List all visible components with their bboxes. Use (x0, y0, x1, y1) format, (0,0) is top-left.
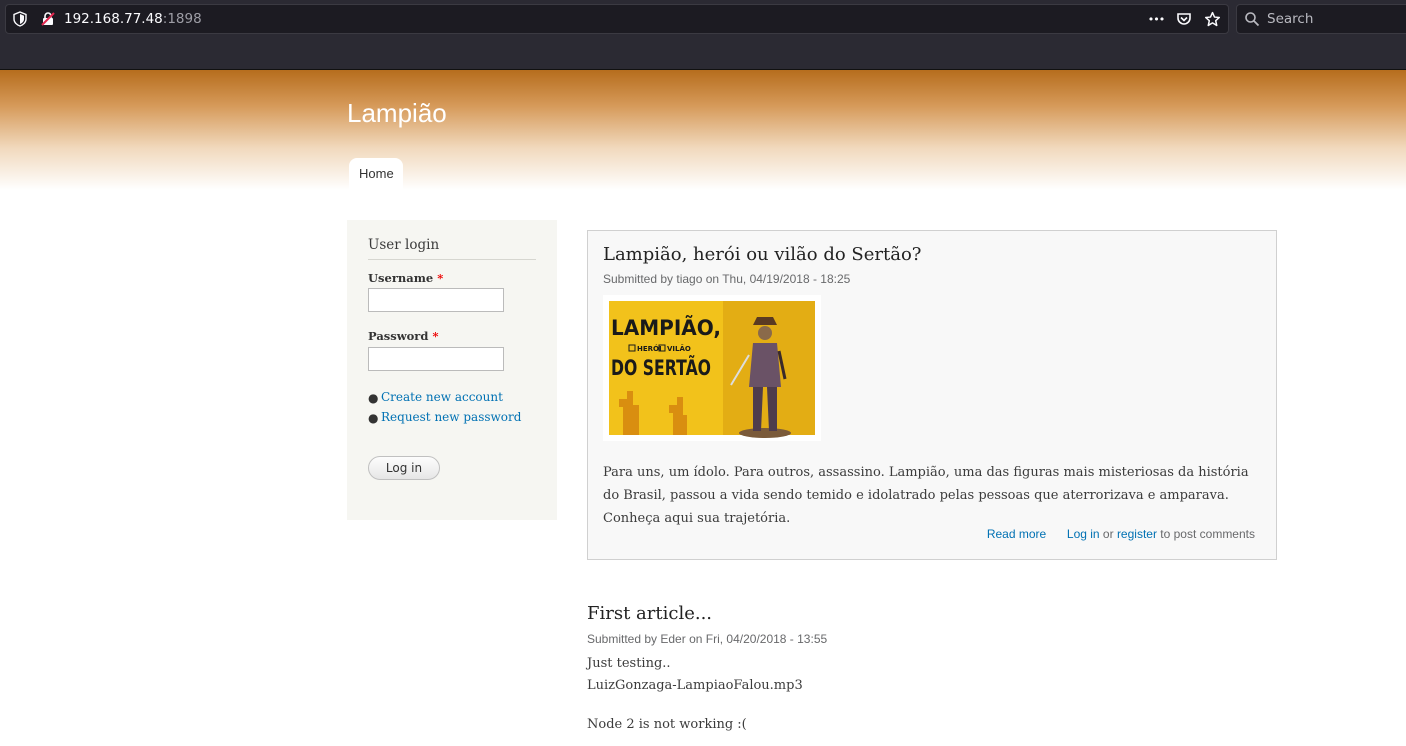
login-links: ● Create new account ● Request new passwor… (368, 390, 521, 430)
required-marker: * (437, 271, 444, 285)
meta-on: on (702, 272, 723, 286)
register-link[interactable]: register (1117, 527, 1157, 541)
password-field[interactable] (368, 347, 504, 371)
image-option-villain: VILÃO (667, 344, 691, 353)
comment-suffix: to post comments (1156, 527, 1255, 541)
article-line: Node 2 is not working :( (587, 717, 747, 732)
or-text: or (1099, 527, 1117, 541)
url-actions: ••• (1146, 8, 1222, 30)
site-name[interactable]: Lampião (347, 98, 447, 129)
meta-on: on (685, 632, 706, 646)
article-meta: Submitted by tiago on Thu, 04/19/2018 - … (603, 272, 850, 286)
image-option-hero: HERÓI (637, 344, 662, 353)
search-icon (1245, 12, 1260, 27)
username-field[interactable] (368, 288, 504, 312)
article-date: Fri, 04/20/2018 - 13:55 (705, 632, 828, 646)
author-link[interactable]: tiago (676, 272, 702, 286)
password-label-text: Password (368, 329, 429, 343)
url-port: :1898 (162, 11, 202, 27)
username-label-text: Username (368, 271, 434, 285)
article-image[interactable]: LAMPIÃO, HERÓI VILÃO DO SERTÃO (603, 295, 821, 441)
insecure-lock-icon[interactable] (40, 11, 56, 27)
password-label: Password * (368, 329, 438, 343)
required-marker: * (432, 329, 439, 343)
read-more-link[interactable]: Read more (987, 527, 1046, 541)
article-links: Read more Log in or register to post com… (987, 527, 1255, 541)
url-host: 192.168.77.48 (64, 11, 163, 27)
bullet-icon: ● (368, 411, 379, 425)
login-link[interactable]: Log in (1067, 527, 1100, 541)
article-meta: Submitted by Eder on Fri, 04/20/2018 - 1… (587, 632, 827, 646)
divider (368, 259, 536, 260)
article-date: Thu, 04/19/2018 - 18:25 (722, 272, 851, 286)
image-title-line2: DO SERTÃO (611, 355, 711, 380)
url-text[interactable]: 192.168.77.48:1898 (64, 11, 202, 27)
site-header: Lampião Home (0, 70, 1406, 190)
user-login-block: User login Username * Password * ● Create… (347, 220, 557, 520)
article-title[interactable]: Lampião, herói ou vilão do Sertão? (603, 244, 921, 265)
request-password-text: Request new password (381, 410, 522, 424)
article-line: Just testing.. (587, 656, 671, 671)
browser-toolbar: 192.168.77.48:1898 ••• Search (0, 0, 1406, 70)
meta-prefix: Submitted by (587, 632, 661, 646)
tab-home[interactable]: Home (349, 158, 403, 190)
create-account-text: Create new account (381, 390, 503, 404)
block-title: User login (368, 237, 440, 253)
bookmark-star-icon[interactable] (1202, 8, 1222, 30)
meta-prefix: Submitted by (603, 272, 677, 286)
login-button[interactable]: Log in (368, 456, 440, 480)
article-line: LuizGonzaga-LampiaoFalou.mp3 (587, 678, 803, 693)
create-account-link[interactable]: ● Create new account (368, 390, 521, 410)
pocket-icon[interactable] (1174, 8, 1194, 30)
bullet-icon: ● (368, 391, 379, 405)
request-password-link[interactable]: ● Request new password (368, 410, 521, 430)
article-teaser: Lampião, herói ou vilão do Sertão? Submi… (587, 230, 1277, 560)
author-link[interactable]: Eder (660, 632, 685, 646)
url-bar[interactable]: 192.168.77.48:1898 ••• (5, 4, 1229, 34)
article-body: Para uns, um ídolo. Para outros, assassi… (603, 465, 1249, 526)
search-placeholder: Search (1267, 11, 1314, 27)
more-actions-icon[interactable]: ••• (1146, 8, 1166, 30)
article-title[interactable]: First article... (587, 603, 712, 624)
tab-home-label: Home (359, 166, 394, 181)
image-title-line1: LAMPIÃO, (611, 315, 721, 340)
search-bar[interactable]: Search (1236, 4, 1406, 34)
username-label: Username * (368, 271, 443, 285)
shield-icon[interactable] (12, 11, 28, 27)
